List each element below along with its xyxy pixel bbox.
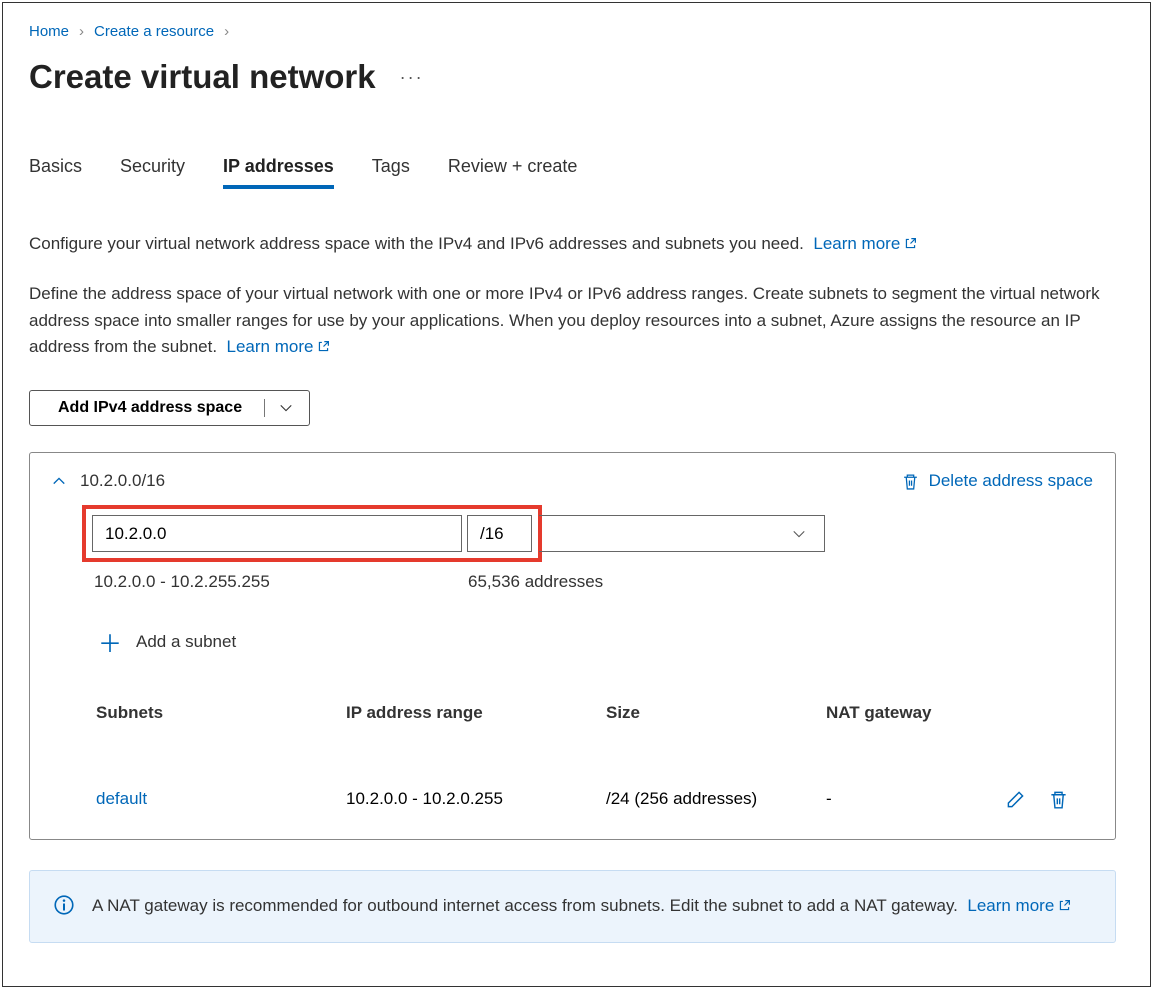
subnet-size: /24 (256 addresses) bbox=[606, 789, 826, 809]
learn-more-link-2[interactable]: Learn more bbox=[227, 337, 331, 356]
tab-bar: Basics Security IP addresses Tags Review… bbox=[29, 156, 1116, 189]
intro-line-1: Configure your virtual network address s… bbox=[29, 231, 1116, 257]
info-icon bbox=[54, 895, 74, 915]
page-title: Create virtual network bbox=[29, 58, 376, 96]
add-subnet-button[interactable]: ＋ Add a subnet bbox=[98, 624, 1093, 659]
chevron-down-icon bbox=[792, 527, 806, 541]
ip-address-highlight: /16 bbox=[82, 505, 542, 562]
add-ipv4-address-space-button[interactable]: Add IPv4 address space bbox=[29, 390, 310, 426]
intro-line-2: Define the address space of your virtual… bbox=[29, 281, 1116, 360]
tab-review-create[interactable]: Review + create bbox=[448, 156, 578, 189]
col-header-subnets: Subnets bbox=[96, 703, 346, 723]
address-count-text: 65,536 addresses bbox=[468, 572, 603, 592]
external-link-icon bbox=[1058, 899, 1071, 912]
trash-icon bbox=[902, 473, 919, 490]
subnet-name-link[interactable]: default bbox=[96, 789, 346, 809]
edit-icon[interactable] bbox=[1006, 790, 1025, 809]
address-space-cidr: 10.2.0.0/16 bbox=[80, 471, 165, 491]
tab-basics[interactable]: Basics bbox=[29, 156, 82, 189]
external-link-icon bbox=[904, 237, 917, 250]
chevron-up-icon[interactable] bbox=[52, 474, 66, 488]
prefix-select[interactable] bbox=[539, 515, 825, 552]
table-row: default 10.2.0.0 - 10.2.0.255 /24 (256 a… bbox=[96, 733, 1093, 809]
learn-more-link-1[interactable]: Learn more bbox=[813, 234, 917, 253]
col-header-nat: NAT gateway bbox=[826, 703, 1006, 723]
plus-icon: ＋ bbox=[98, 624, 122, 659]
col-header-ip-range: IP address range bbox=[346, 703, 606, 723]
subnet-nat: - bbox=[826, 789, 1006, 809]
subnet-ip-range: 10.2.0.0 - 10.2.0.255 bbox=[346, 789, 606, 809]
more-actions-button[interactable]: ··· bbox=[400, 67, 424, 88]
col-header-size: Size bbox=[606, 703, 826, 723]
chevron-down-icon bbox=[279, 401, 293, 415]
address-space-card: 10.2.0.0/16 Delete address space /16 10.… bbox=[29, 452, 1116, 840]
prefix-label: /16 bbox=[467, 515, 532, 552]
trash-icon[interactable] bbox=[1049, 790, 1068, 809]
info-notification: A NAT gateway is recommended for outboun… bbox=[29, 870, 1116, 942]
tab-ip-addresses[interactable]: IP addresses bbox=[223, 156, 334, 189]
chevron-right-icon: › bbox=[224, 23, 229, 40]
external-link-icon bbox=[317, 340, 330, 353]
learn-more-link-nat[interactable]: Learn more bbox=[967, 896, 1071, 915]
breadcrumb-create-resource[interactable]: Create a resource bbox=[94, 23, 214, 40]
chevron-right-icon: › bbox=[79, 23, 84, 40]
breadcrumb: Home › Create a resource › bbox=[29, 23, 1116, 40]
tab-tags[interactable]: Tags bbox=[372, 156, 410, 189]
delete-address-space-button[interactable]: Delete address space bbox=[902, 471, 1093, 491]
address-range-text: 10.2.0.0 - 10.2.255.255 bbox=[94, 572, 468, 592]
breadcrumb-home[interactable]: Home bbox=[29, 23, 69, 40]
tab-security[interactable]: Security bbox=[120, 156, 185, 189]
ip-address-input[interactable] bbox=[92, 515, 462, 552]
